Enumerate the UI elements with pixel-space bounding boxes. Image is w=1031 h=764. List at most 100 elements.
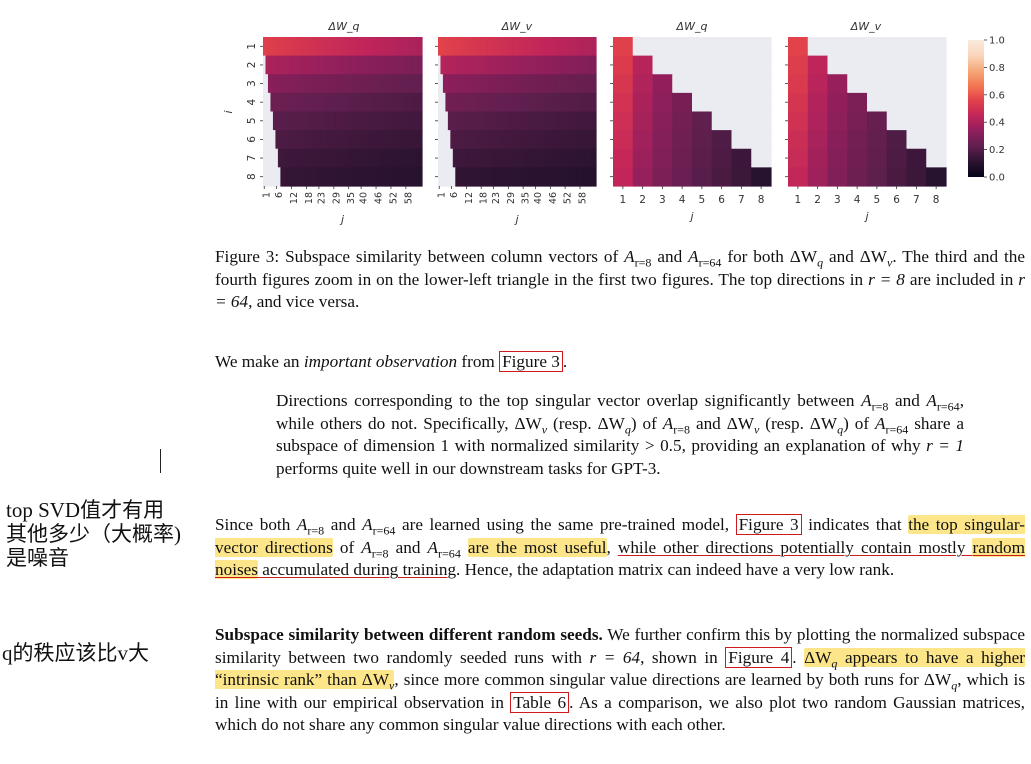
heatmap-cell [593, 37, 597, 57]
heatmap-cell [926, 37, 947, 57]
heatmap-cell [419, 111, 423, 131]
heatmap-cell [731, 130, 752, 150]
x-tick-label: 12 [289, 192, 300, 204]
heatmap-cell [788, 74, 809, 94]
heatmap-cell [613, 111, 634, 131]
margin-note-rank: q的秩应该比v大 [2, 641, 149, 665]
math-dw: ΔW [726, 413, 754, 433]
x-tick-label: 52 [563, 192, 574, 204]
heatmap-cell [613, 148, 634, 168]
heatmap-cell [906, 74, 927, 94]
quote-text: ) of [843, 413, 875, 433]
caption-text: Subspace similarity between column vecto… [279, 247, 625, 266]
paragraph-heading: Subspace similarity between different ra… [215, 625, 603, 644]
paragraph-random-seeds: Subspace similarity between different ra… [215, 624, 1025, 737]
heatmap-cell [867, 130, 888, 150]
heatmap-cell [788, 92, 809, 113]
heatmap-cell [886, 130, 908, 150]
figure-4-link[interactable]: Figure 4 [725, 646, 793, 668]
heatmap-cell [807, 92, 829, 113]
heatmap-cell [886, 111, 908, 131]
heatmap-cell [632, 111, 654, 131]
heatmap-cell [906, 92, 927, 113]
underline-annotation: accumulated during training [257, 560, 457, 580]
panel-title: ΔW_v [850, 20, 882, 33]
math-dw: ΔW [859, 247, 888, 266]
x-tick-label: 29 [506, 192, 517, 204]
heatmap-cell [632, 37, 654, 57]
heatmap-cell [593, 130, 597, 150]
heatmap-cell [632, 74, 654, 94]
quote-text: , providing an explanation of why [681, 436, 927, 456]
math-sub: r=64 [438, 546, 461, 561]
heatmap-cell [807, 55, 829, 75]
x-axis-label: j [688, 210, 694, 223]
x-tick-label: 18 [304, 192, 315, 204]
highlight: are the most useful [467, 537, 607, 557]
math-gt: > 0.5 [644, 436, 682, 456]
x-tick-label: 7 [913, 194, 920, 206]
para-text: and [324, 515, 363, 534]
heatmap-cell [652, 55, 673, 75]
heatmap-cell [419, 167, 423, 187]
heatmap-cell [751, 74, 772, 94]
math-dw: ΔW [597, 413, 625, 433]
x-tick-label: 4 [854, 194, 861, 206]
math-a: A [926, 391, 937, 410]
x-tick-label: 7 [738, 194, 745, 206]
para-text: . [792, 647, 805, 667]
heatmap-cell [613, 130, 634, 150]
heatmap-cell [632, 148, 654, 168]
panel-title: ΔW_q [676, 20, 708, 33]
heatmap-cell [652, 111, 673, 131]
caption-text: , and vice versa. [248, 292, 360, 312]
math-a: A [624, 247, 635, 266]
figure-3-heatmaps: ΔW_q 1 6 12 18 23 29 35 40 46 52 58 j 1 2 3 4 5 6 7 8 ΔW_v 1 6 1… [0, 0, 1031, 232]
heatmap-cell [867, 92, 888, 113]
math-a: A [662, 413, 674, 433]
quote-text: (resp. [759, 413, 810, 433]
x-tick-label: 8 [933, 194, 940, 206]
x-axis-label: j [513, 213, 519, 226]
para-text: of [332, 537, 362, 557]
heatmap-cell [807, 74, 829, 94]
heatmap-cell [906, 37, 927, 57]
heatmap-cell [886, 148, 908, 168]
x-tick-label: 40 [533, 192, 544, 204]
y-axis-label: i [222, 110, 235, 113]
heatmap-cell [807, 37, 829, 57]
heatmap-cell [926, 167, 947, 187]
y-tick-label: 4 [246, 99, 258, 106]
para-text: are learned using the same pre-trained m… [395, 515, 736, 534]
math-r: r = 64 [589, 647, 641, 667]
x-tick-label: 23 [316, 192, 327, 204]
heatmap-cell [613, 37, 634, 57]
heatmap-cell [652, 148, 673, 168]
colorbar-tick-label: 1.0 [989, 36, 1005, 47]
heatmap-cell [751, 55, 772, 75]
heatmap-cell [847, 92, 868, 113]
math-sub: r=8 [634, 255, 652, 270]
figure-3-link[interactable]: Figure 3 [499, 351, 563, 372]
heatmap-cell [711, 37, 733, 57]
x-tick-label: 4 [679, 194, 686, 206]
heatmap-cell [788, 148, 809, 168]
heatmap-cell [751, 167, 772, 187]
heatmap-cell [672, 148, 693, 168]
heatmap-cell [788, 167, 809, 187]
heatmap-cell [731, 148, 752, 168]
x-tick-label: 6 [718, 194, 725, 206]
heatmap-cell [419, 92, 423, 113]
heatmap-cell [926, 148, 947, 168]
para-text: , shown in [640, 647, 726, 667]
heatmap-cell [731, 167, 752, 187]
y-tick-label: 8 [246, 173, 258, 180]
heatmap-cell [731, 74, 752, 94]
x-tick-label: 3 [659, 194, 666, 206]
para-text: from [457, 352, 500, 371]
heatmap-cell [867, 74, 888, 94]
caption-text: and [823, 247, 860, 266]
figure-3-link[interactable]: Figure 3 [735, 514, 802, 535]
paragraph-observation: We make an important observation from Fi… [215, 351, 1025, 374]
table-6-link[interactable]: Table 6 [510, 691, 570, 713]
